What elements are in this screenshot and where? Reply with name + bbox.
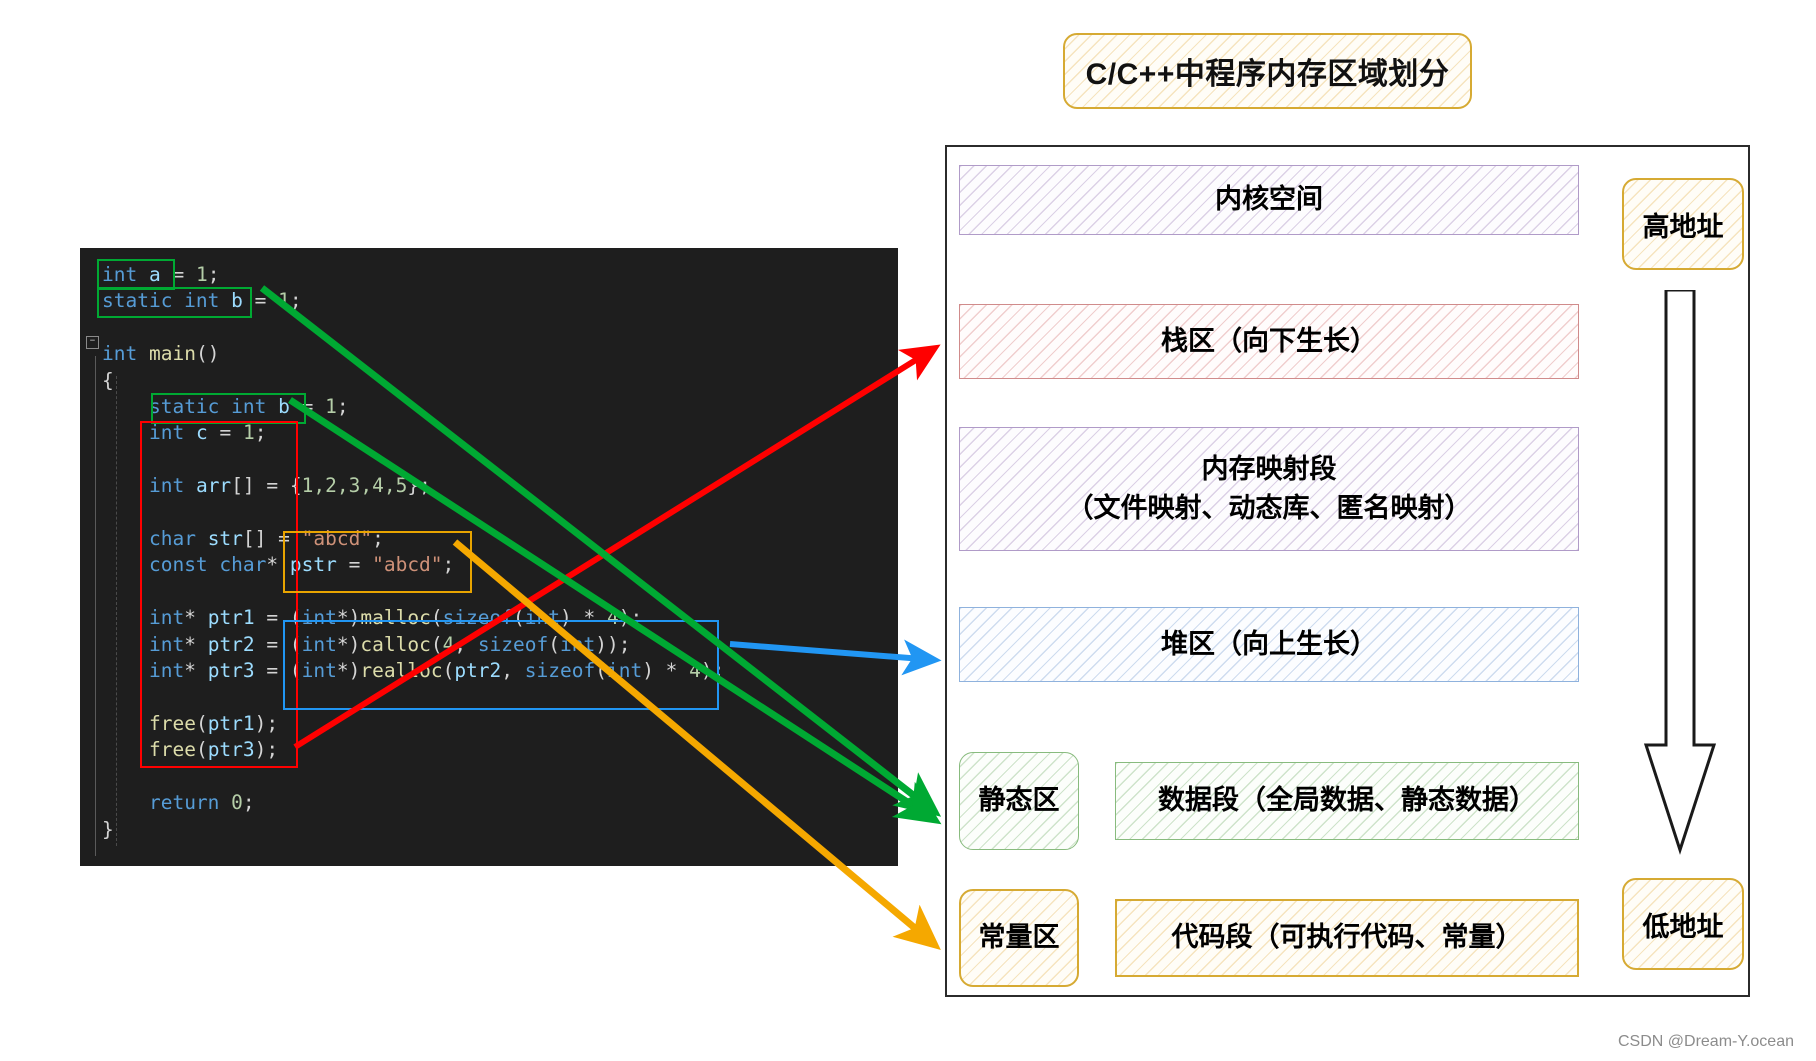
region-code-segment: 代码段（可执行代码、常量） (1115, 899, 1579, 977)
indent-guide-outer (95, 356, 96, 856)
diagram-title-text: C/C++中程序内存区域划分 (1085, 58, 1450, 91)
highlight-heap-alloc-block (283, 620, 719, 710)
highlight-static-int-b-local (151, 393, 306, 424)
tag-static-area: 静态区 (959, 752, 1079, 850)
tag-constant-area-label: 常量区 (978, 922, 1060, 953)
region-kernel-space: 内核空间 (959, 165, 1579, 235)
region-memory-mapping-label: 内存映射段 (1201, 453, 1337, 484)
highlight-int-a-declaration (97, 259, 175, 290)
diagram-title: C/C++中程序内存区域划分 (1063, 33, 1472, 109)
highlight-static-int-b-global (97, 287, 252, 318)
highlight-string-literal-block (283, 531, 472, 593)
label-low-address: 低地址 (1622, 878, 1744, 970)
region-heap: 堆区（向上生长） (959, 607, 1579, 682)
address-direction-arrow (1643, 290, 1717, 855)
label-high-address-text: 高地址 (1642, 211, 1724, 242)
region-heap-label: 堆区（向上生长） (1161, 628, 1377, 659)
region-data-segment: 数据段（全局数据、静态数据） (1115, 762, 1579, 840)
highlight-stack-locals-block (140, 421, 298, 768)
region-data-segment-label: 数据段（全局数据、静态数据） (1158, 785, 1536, 816)
region-stack: 栈区（向下生长） (959, 304, 1579, 379)
region-memory-mapping-sublabel: （文件映射、动态库、匿名映射） (1066, 493, 1472, 523)
region-kernel-space-label: 内核空间 (1215, 184, 1323, 215)
code-fold-icon[interactable]: − (86, 336, 99, 349)
tag-constant-area: 常量区 (959, 889, 1079, 987)
watermark: CSDN @Dream-Y.ocean (1617, 1033, 1794, 1050)
region-code-segment-label: 代码段（可执行代码、常量） (1171, 922, 1523, 953)
label-high-address: 高地址 (1622, 178, 1744, 270)
label-low-address-text: 低地址 (1642, 911, 1724, 942)
region-stack-label: 栈区（向下生长） (1161, 325, 1377, 356)
code-editor-panel: − int a = 1; static int b = 1; int main(… (80, 248, 898, 866)
region-memory-mapping: 内存映射段 （文件映射、动态库、匿名映射） (959, 427, 1579, 551)
memory-layout-diagram: 内核空间 栈区（向下生长） 内存映射段 （文件映射、动态库、匿名映射） 堆区（向… (945, 145, 1750, 997)
tag-static-area-label: 静态区 (978, 785, 1060, 816)
